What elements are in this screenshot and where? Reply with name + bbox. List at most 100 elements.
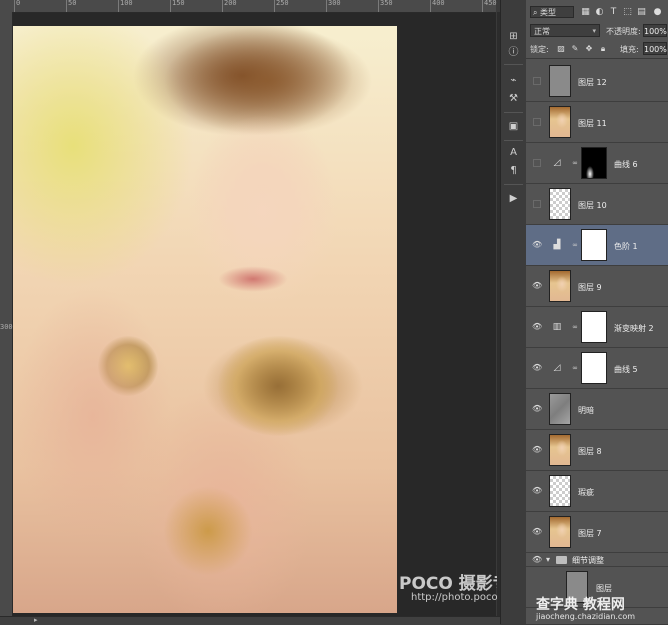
eye-icon[interactable]: 👁︎	[532, 240, 542, 250]
blend-mode-value: 正常	[534, 27, 550, 36]
character-icon[interactable]: A	[507, 146, 520, 159]
eye-icon[interactable]: 👁︎	[532, 555, 542, 565]
divider	[504, 64, 523, 65]
type-filter-icon[interactable]: T	[608, 7, 619, 17]
link-icon[interactable]: ∞	[571, 240, 579, 250]
lock-all-icon[interactable]: 🔒︎	[598, 44, 608, 54]
ruler-label: 50	[68, 0, 77, 7]
ruler-label: 250	[276, 0, 289, 7]
layer-mask-thumbnail[interactable]	[581, 311, 607, 343]
layer-row[interactable]: 图层 12	[526, 61, 668, 102]
clone-source-icon[interactable]: ▣	[507, 120, 520, 133]
smart-object-filter-icon[interactable]: ▤	[636, 7, 647, 17]
blend-row: 正常 ▾ 不透明度: 100%	[526, 22, 668, 40]
layer-thumbnail	[549, 434, 571, 466]
kind-filter-value: 类型	[540, 8, 557, 17]
link-icon[interactable]: ∞	[571, 363, 579, 373]
visibility-toggle[interactable]	[533, 118, 541, 126]
ruler-tick	[118, 0, 119, 12]
actions-icon[interactable]: ▶	[507, 192, 520, 205]
layer-thumbnail	[549, 475, 571, 507]
link-icon[interactable]: ∞	[571, 158, 579, 168]
layer-name: 图层 12	[578, 78, 607, 87]
visibility-toggle[interactable]	[533, 200, 541, 208]
layer-name: 色阶 1	[614, 242, 638, 251]
pixel-filter-icon[interactable]: ▦	[580, 7, 591, 17]
folder-icon	[556, 556, 567, 564]
group-name: 细节调整	[572, 556, 604, 565]
layer-group-row[interactable]: 👁︎ ▾ 细节调整	[526, 553, 668, 567]
eye-icon[interactable]: 👁︎	[532, 445, 542, 455]
layer-mask-thumbnail[interactable]	[581, 147, 607, 179]
ruler-tick	[170, 0, 171, 12]
curves-icon: ◿	[553, 363, 561, 373]
blend-mode-select[interactable]: 正常 ▾	[530, 24, 600, 37]
shape-filter-icon[interactable]: ⬚	[622, 7, 633, 17]
status-arrow-icon[interactable]: ▸	[34, 616, 38, 624]
divider	[504, 112, 523, 113]
bracelet-shape	[163, 486, 253, 576]
layer-name: 图层	[596, 584, 612, 593]
layer-name: 瑕疵	[578, 488, 594, 497]
layer-row[interactable]: 👁︎ ▥ ∞ 渐变映射 2	[526, 307, 668, 348]
portrait-photo	[13, 26, 397, 613]
rose-ring-shape	[218, 336, 338, 436]
eye-icon[interactable]: 👁︎	[532, 281, 542, 291]
opacity-field[interactable]: 100%	[643, 24, 667, 37]
eye-icon[interactable]: 👁︎	[532, 486, 542, 496]
eye-icon[interactable]: 👁︎	[532, 322, 542, 332]
fill-field[interactable]: 100%	[643, 42, 667, 55]
tool-presets-icon[interactable]: ⚒	[507, 92, 520, 105]
visibility-toggle[interactable]	[533, 159, 541, 167]
layer-name: 渐变映射 2	[614, 324, 654, 333]
lips-shape	[218, 266, 288, 292]
layer-row[interactable]: 图层 10	[526, 184, 668, 225]
fill-label: 填充:	[620, 45, 639, 54]
document-canvas[interactable]: POCO 摄影专题 http://photo.poco.cn	[13, 13, 527, 616]
layer-row[interactable]: 👁︎ 瑕疵	[526, 471, 668, 512]
layer-name: 曲线 5	[614, 365, 638, 374]
link-icon[interactable]: ∞	[571, 322, 579, 332]
vertical-ruler: 300	[0, 12, 13, 616]
kind-filter-select[interactable]: ⌕ 类型	[530, 6, 574, 18]
expand-caret-icon[interactable]: ▾	[546, 555, 550, 564]
lock-transparency-icon[interactable]: ▨	[556, 44, 566, 54]
layer-row[interactable]: 👁︎ ◿ ∞ 曲线 5	[526, 348, 668, 389]
layer-mask-thumbnail[interactable]	[581, 352, 607, 384]
opacity-label: 不透明度:	[606, 27, 641, 36]
layer-row[interactable]: ◿ ∞ 曲线 6	[526, 143, 668, 184]
visibility-toggle[interactable]	[533, 77, 541, 85]
lock-pixels-icon[interactable]: ✎	[570, 44, 580, 54]
layer-thumbnail	[549, 106, 571, 138]
layer-row[interactable]: 👁︎ 明暗	[526, 389, 668, 430]
layer-row-selected[interactable]: 👁︎ ▟ ∞ 色阶 1	[526, 225, 668, 266]
layer-thumbnail	[549, 65, 571, 97]
eye-icon[interactable]: 👁︎	[532, 404, 542, 414]
layer-row[interactable]: 图层 11	[526, 102, 668, 143]
layer-row[interactable]: 👁︎ 图层 7	[526, 512, 668, 553]
info-icon[interactable]: ⓘ	[507, 46, 520, 59]
ruler-label: 450	[484, 0, 497, 7]
adjustment-filter-icon[interactable]: ◐	[594, 7, 605, 17]
layer-row[interactable]: 👁︎ 图层 9	[526, 266, 668, 307]
paragraph-icon[interactable]: ¶	[507, 164, 520, 177]
layer-thumbnail	[549, 393, 571, 425]
ruler-label: 200	[224, 0, 237, 7]
layer-row[interactable]: 👁︎ 图层 8	[526, 430, 668, 471]
history-icon[interactable]: ⊞	[507, 30, 520, 43]
ruler-tick	[66, 0, 67, 12]
ruler-label: 300	[328, 0, 341, 7]
ruler-label: 0	[16, 0, 21, 7]
brush-icon[interactable]: ⌁	[507, 74, 520, 87]
lock-position-icon[interactable]: ✥	[584, 44, 594, 54]
ruler-label: 400	[432, 0, 445, 7]
layer-thumbnail	[549, 188, 571, 220]
layer-mask-thumbnail[interactable]	[581, 229, 607, 261]
eye-icon[interactable]: 👁︎	[532, 527, 542, 537]
ruler-tick	[326, 0, 327, 12]
eye-icon[interactable]: 👁︎	[532, 363, 542, 373]
ruler-label: 350	[380, 0, 393, 7]
curves-icon: ◿	[553, 158, 561, 168]
ruler-tick	[378, 0, 379, 12]
filter-toggle-icon[interactable]: ●	[652, 7, 663, 17]
